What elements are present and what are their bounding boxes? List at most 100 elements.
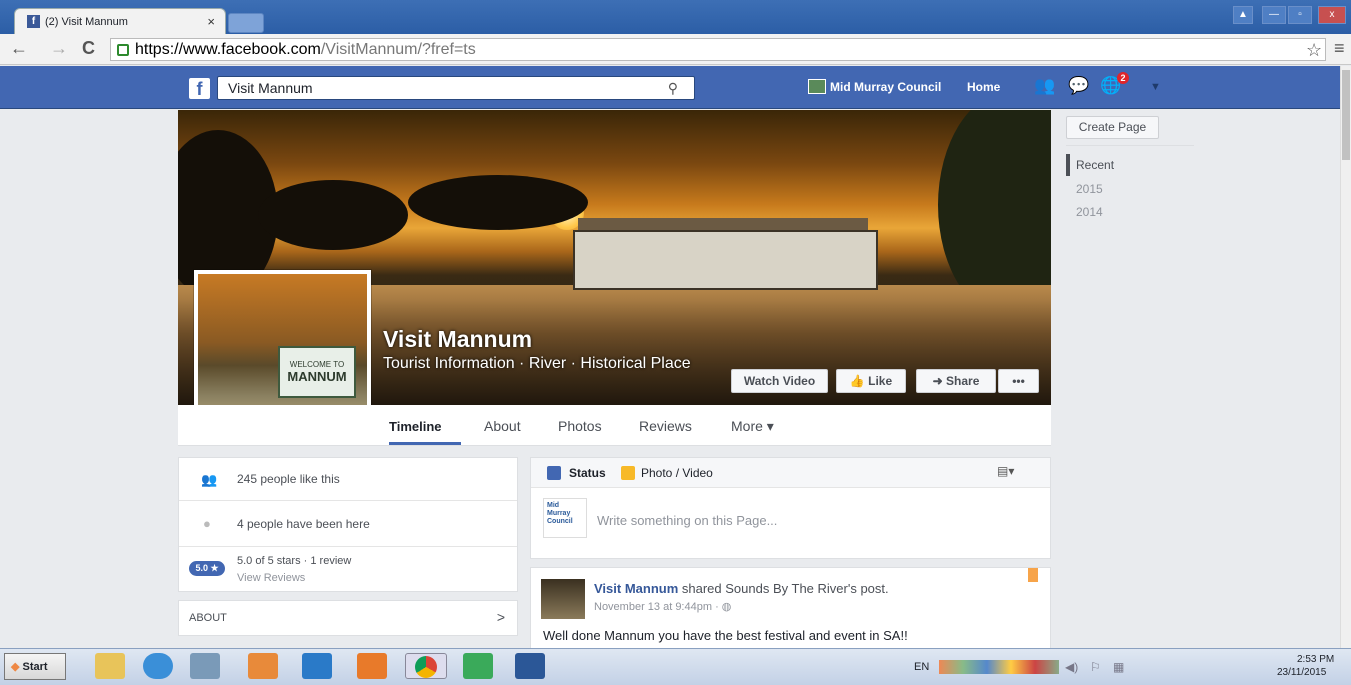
chevron-right-icon[interactable]: > [497,609,505,625]
share-button[interactable]: ➜ Share [916,369,996,393]
start-button[interactable]: ◆ Start [4,653,66,680]
pencil-icon [547,466,561,480]
watch-video-button[interactable]: Watch Video [731,369,828,393]
reload-button[interactable]: C [82,38,95,59]
lock-icon [117,43,129,56]
post-text: Well done Mannum you have the best festi… [543,628,908,643]
left-gutter [0,110,178,648]
like-button[interactable]: 👍 Like [836,369,906,393]
volume-icon[interactable]: ◀) [1065,660,1078,674]
file-explorer-icon[interactable] [95,653,125,679]
language-indicator[interactable]: EN [914,661,929,673]
year-2015[interactable]: 2015 [1076,182,1103,196]
composer-input[interactable]: Write something on this Page... [597,513,777,528]
bookmark-icon[interactable] [1028,568,1038,582]
photo-icon [621,466,635,480]
page-title[interactable]: Visit Mannum [383,326,532,353]
tab-timeline[interactable]: Timeline [389,419,442,434]
like-label: Like [868,374,893,388]
post-time[interactable]: November 13 at 9:44pm · [594,601,722,613]
facebook-logo-icon[interactable]: f [189,78,210,99]
calculator-icon[interactable] [190,653,220,679]
close-window-button[interactable]: x [1318,6,1346,24]
paint-icon[interactable] [248,653,278,679]
timeline-post: Visit Mannum shared Sounds By The River'… [530,567,1051,657]
year-2014[interactable]: 2014 [1076,205,1103,219]
create-page-button[interactable]: Create Page [1066,116,1159,139]
outlook-icon[interactable] [357,653,387,679]
view-reviews-link[interactable]: View Reviews [237,572,305,584]
likes-count[interactable]: 245 people like this [237,472,340,486]
chrome-taskbar-button[interactable] [405,653,447,679]
network-icon[interactable]: ▦ [1113,660,1124,674]
chrome-menu-icon[interactable]: ≡ [1334,38,1345,59]
audience-selector-icon[interactable]: ▤▾ [997,464,1014,478]
about-section-header[interactable]: ABOUT > [178,600,518,636]
people-icon: 👥 [201,472,218,487]
profile-image: WELCOME TO MANNUM [198,274,367,426]
divider [1066,145,1194,146]
tab-more[interactable]: More ▾ [731,418,774,435]
back-button[interactable]: ← [10,38,28,59]
flag-icon[interactable]: ⚐ [1090,660,1101,674]
share-label: Share [946,374,980,388]
facebook-favicon-icon: f [27,15,40,28]
composer-box: Status Photo / Video ▤▾ Mid Murray Counc… [530,457,1051,559]
new-tab-button[interactable] [228,13,264,33]
search-icon[interactable]: ⚲ [668,77,678,99]
publisher-icon[interactable] [302,653,332,679]
account-menu-chevron-icon[interactable]: ▼ [1150,81,1172,101]
clock-time[interactable]: 2:53 PM [1297,654,1334,665]
post-shared-text: shared Sounds By The River's post. [678,581,889,596]
sign-name: MANNUM [287,369,347,384]
friend-requests-icon[interactable]: 👥 [1034,76,1056,96]
bookmark-star-icon[interactable]: ☆ [1306,40,1322,61]
tab-title: (2) Visit Mannum [45,15,128,28]
search-input[interactable]: Visit Mannum ⚲ [217,76,695,100]
checkins-count[interactable]: 4 people have been here [237,517,370,531]
post-header: Visit Mannum shared Sounds By The River'… [594,581,889,596]
user-icon[interactable]: ▲ [1233,6,1253,24]
word-icon[interactable] [515,653,545,679]
tab-photos[interactable]: Photos [558,418,602,434]
composer-header [531,458,1050,488]
tab-reviews[interactable]: Reviews [639,418,692,434]
chrome-icon [415,656,437,678]
post-timestamp: November 13 at 9:44pm · ◍ [594,600,731,613]
tray-icons[interactable] [939,660,1059,674]
messages-icon[interactable]: 💬 [1068,76,1090,96]
status-tab[interactable]: Status [569,466,606,480]
profile-link[interactable]: Mid Murray Council [830,80,941,94]
clock-date[interactable]: 23/11/2015 [1277,667,1326,678]
sign-welcome: WELCOME TO [289,360,345,369]
recent-active-indicator [1066,154,1070,176]
search-value: Visit Mannum [228,80,313,96]
address-bar[interactable]: https://www.facebook.com/VisitMannum/?fr… [110,38,1326,61]
photo-video-tab[interactable]: Photo / Video [641,466,713,480]
page-category[interactable]: Tourist Information · River · Historical… [383,354,723,373]
tab-close-icon[interactable]: × [207,14,215,29]
more-options-button[interactable]: ••• [998,369,1039,393]
home-link[interactable]: Home [967,80,1000,94]
ferry-graphic [573,230,878,290]
page-info-card: 👥 245 people like this ● 4 people have b… [178,457,518,592]
browser-tab[interactable]: f (2) Visit Mannum × [14,8,226,34]
share-arrow-icon: ➜ [932,374,947,388]
page-tabs-bar [178,405,1051,446]
location-pin-icon: ● [203,516,211,531]
internet-explorer-icon[interactable] [143,653,173,679]
divider [179,500,517,501]
spreadsheet-icon[interactable] [463,653,493,679]
minimize-button[interactable]: — [1262,6,1286,24]
url-path: /VisitMannum/?fref=ts [320,40,476,58]
post-author[interactable]: Visit Mannum [594,581,678,596]
tab-about[interactable]: About [484,418,521,434]
year-recent[interactable]: Recent [1076,158,1114,172]
scrollbar-thumb[interactable] [1342,70,1350,160]
post-avatar[interactable] [541,579,585,619]
start-logo-icon: ◆ [11,661,23,673]
url-host: https://www.facebook.com [135,40,321,58]
forward-button[interactable]: → [50,38,68,59]
page-avatar-icon [808,79,826,94]
restore-button[interactable]: ▫ [1288,6,1312,24]
